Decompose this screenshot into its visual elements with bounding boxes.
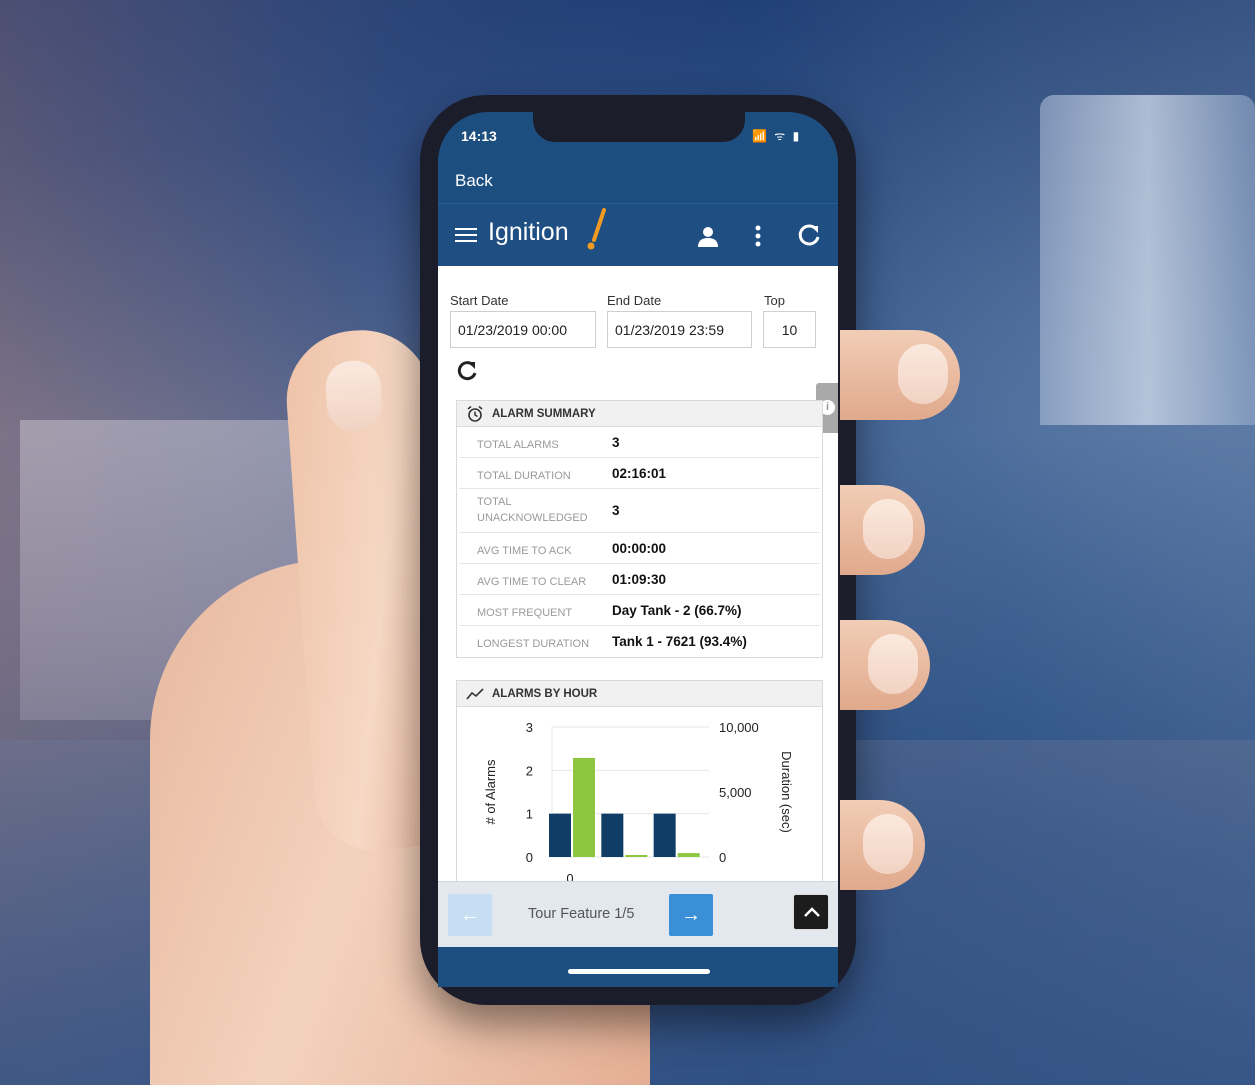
summary-row-value: 00:00:00 — [612, 541, 667, 556]
background-tank — [1040, 95, 1255, 425]
y-tick-label: 0 — [526, 850, 533, 865]
y2-tick-label: 5,000 — [719, 785, 752, 800]
tour-label: Tour Feature 1/5 — [528, 906, 635, 922]
bar-alarms — [653, 813, 676, 857]
summary-row-label: MOST FREQUENT — [477, 607, 573, 619]
top-input[interactable]: 10 — [763, 311, 816, 348]
summary-row-value: 02:16:01 — [612, 466, 667, 481]
summary-row-value: 3 — [612, 435, 620, 450]
alarms-by-hour-title: ALARMS BY HOUR — [492, 688, 598, 700]
alarms-by-hour-card: ALARMS BY HOUR 0 1 2 3 0 5,000 10,000 # of Alar… — [456, 680, 823, 881]
phone-notch — [533, 112, 745, 142]
y2-tick-label: 0 — [719, 850, 726, 865]
y2-tick-label: 10,000 — [719, 720, 759, 735]
back-button[interactable]: Back — [455, 171, 493, 191]
status-time: 14:13 — [461, 128, 497, 144]
chevron-up-icon — [804, 907, 820, 917]
alarms-by-hour-chart: 0 1 2 3 0 5,000 10,000 # of Alarms Duration (sec… — [457, 707, 824, 881]
summary-row-label: TOTAL DURATION — [477, 470, 571, 482]
summary-row-label: AVG TIME TO ACK — [477, 545, 572, 557]
line-chart-icon — [466, 688, 484, 700]
alarm-summary-header: ALARM SUMMARY — [457, 401, 822, 427]
tour-bar: ← Tour Feature 1/5 → — [438, 881, 838, 947]
bar-duration — [677, 853, 700, 857]
more-vertical-icon[interactable] — [754, 224, 762, 248]
start-date-label: Start Date — [450, 293, 509, 308]
summary-row: TOTAL UNACKNOWLEDGED 3 — [459, 489, 820, 533]
y-tick-label: 3 — [526, 720, 533, 735]
alarm-clock-icon — [467, 405, 483, 422]
tour-prev-button[interactable]: ← — [448, 894, 492, 936]
finger-nail — [898, 344, 948, 404]
end-date-input[interactable]: 01/23/2019 23:59 — [607, 311, 752, 348]
summary-row: LONGEST DURATION Tank 1 - 7621 (93.4%) — [459, 626, 820, 657]
hamburger-menu-icon[interactable] — [455, 224, 477, 244]
finger-nail — [863, 499, 913, 559]
y-tick-label: 1 — [526, 807, 533, 822]
y-axis-label: # of Alarms — [483, 759, 498, 825]
summary-row: TOTAL ALARMS 3 — [459, 427, 820, 458]
end-date-label: End Date — [607, 293, 662, 308]
back-bar: Back — [438, 158, 838, 203]
refresh-icon[interactable] — [796, 222, 822, 248]
summary-row: TOTAL DURATION 02:16:01 — [459, 458, 820, 489]
refresh-query-icon[interactable] — [455, 359, 479, 383]
summary-row-label: TOTAL ALARMS — [477, 439, 559, 451]
tour-next-button[interactable]: → — [669, 894, 713, 936]
ignition-logo-mark-icon — [587, 208, 606, 250]
home-indicator — [568, 969, 710, 974]
chart-svg: 0 1 2 3 0 5,000 10,000 # of Alarms Duration (sec… — [483, 720, 794, 881]
bottom-strip — [438, 947, 838, 987]
finger-ring — [840, 620, 930, 710]
summary-row-label: TOTAL UNACKNOWLEDGED — [477, 496, 588, 524]
bar-duration — [573, 757, 595, 857]
app-header: Ignition — [438, 203, 838, 266]
finger-index — [840, 330, 960, 420]
alarm-summary-title: ALARM SUMMARY — [492, 408, 596, 420]
thumb-nail — [324, 358, 384, 433]
scroll-top-button[interactable] — [793, 894, 829, 930]
summary-row: MOST FREQUENT Day Tank - 2 (66.7%) — [459, 595, 820, 626]
summary-row: AVG TIME TO CLEAR 01:09:30 — [459, 564, 820, 595]
summary-row-label: LONGEST DURATION — [477, 638, 590, 650]
summary-row-value: Tank 1 - 7621 (93.4%) — [612, 634, 747, 649]
bar-duration — [625, 855, 648, 857]
summary-row: AVG TIME TO ACK 00:00:00 — [459, 533, 820, 564]
summary-row-value: Day Tank - 2 (66.7%) — [612, 603, 742, 618]
summary-row-value: 01:09:30 — [612, 572, 667, 587]
finger-nail — [868, 634, 918, 694]
x-tick-label: 0 — [566, 871, 573, 881]
alarms-by-hour-header: ALARMS BY HOUR — [457, 681, 822, 707]
finger-nail — [863, 814, 913, 874]
y-tick-label: 2 — [526, 763, 533, 778]
top-label: Top — [764, 293, 785, 308]
bar-alarms — [601, 813, 624, 857]
status-icons: 📶 ᯤ ▮ — [752, 129, 802, 143]
brand-logo-text: Ignition — [488, 218, 569, 246]
bar-alarms — [549, 813, 571, 857]
user-icon[interactable] — [696, 224, 720, 248]
alarm-summary-card: ALARM SUMMARY TOTAL ALARMS 3 TOTAL DURAT… — [456, 400, 823, 658]
y2-axis-label: Duration (sec) — [779, 751, 794, 833]
main-content: Start Date 01/23/2019 00:00 End Date 01/… — [438, 266, 838, 881]
start-date-input[interactable]: 01/23/2019 00:00 — [450, 311, 596, 348]
summary-row-value: 3 — [612, 503, 620, 518]
summary-row-label: AVG TIME TO CLEAR — [477, 576, 587, 588]
